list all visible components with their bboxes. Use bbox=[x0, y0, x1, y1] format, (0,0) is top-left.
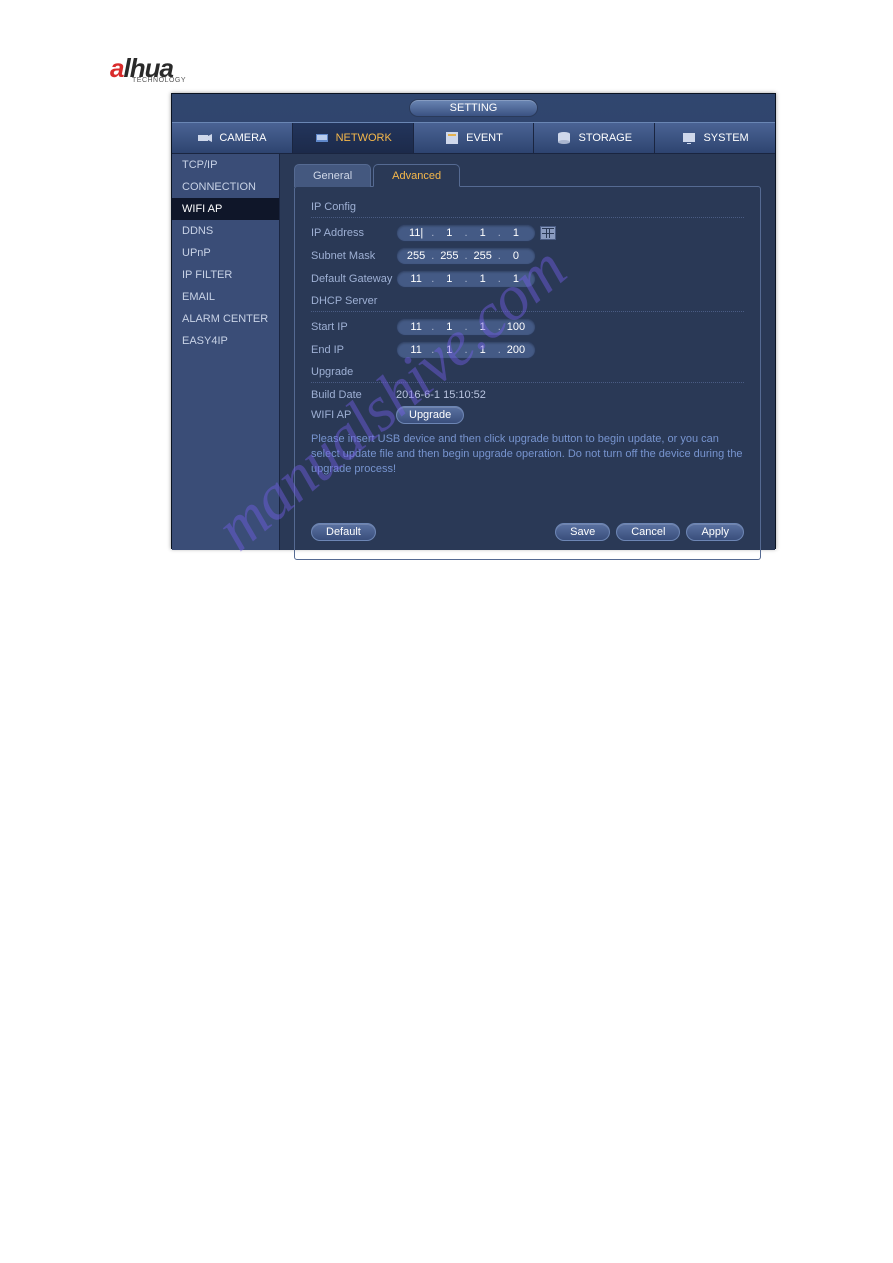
sidebar-item-tcpip[interactable]: TCP/IP bbox=[172, 154, 279, 176]
start-ip-input[interactable]: 11. 1. 1. 100 bbox=[396, 318, 536, 336]
end-ip-input[interactable]: 11. 1. 1. 200 bbox=[396, 341, 536, 359]
sidebar-item-alarm-center[interactable]: ALARM CENTER bbox=[172, 308, 279, 330]
default-button[interactable]: Default bbox=[311, 523, 376, 541]
sidebar: TCP/IP CONNECTION WIFI AP DDNS UPnP IP F… bbox=[172, 154, 280, 550]
event-icon bbox=[444, 130, 460, 146]
subtab-general[interactable]: General bbox=[294, 164, 371, 187]
save-button[interactable]: Save bbox=[555, 523, 610, 541]
value-build-date: 2016-6-1 15:10:52 bbox=[396, 389, 486, 401]
camera-icon bbox=[197, 130, 213, 146]
ip-address-input[interactable]: 11|. 1. 1. 1 bbox=[396, 224, 536, 242]
upgrade-note: Please insert USB device and then click … bbox=[311, 432, 744, 477]
label-default-gateway: Default Gateway bbox=[311, 273, 396, 285]
network-icon bbox=[314, 130, 330, 146]
sidebar-item-connection[interactable]: CONNECTION bbox=[172, 176, 279, 198]
brand-logo-sub: TECHNOLOGY bbox=[132, 77, 186, 84]
label-subnet-mask: Subnet Mask bbox=[311, 250, 396, 262]
label-build-date: Build Date bbox=[311, 389, 396, 401]
tab-label: CAMERA bbox=[219, 132, 266, 144]
label-wifi-ap: WIFI AP bbox=[311, 409, 396, 421]
tab-label: NETWORK bbox=[336, 132, 392, 144]
section-dhcp-server: DHCP Server bbox=[311, 293, 744, 312]
upgrade-button[interactable]: Upgrade bbox=[396, 406, 464, 424]
advanced-panel: IP Config IP Address 11|. 1. 1. 1 Subnet… bbox=[294, 186, 761, 560]
sidebar-item-ddns[interactable]: DDNS bbox=[172, 220, 279, 242]
tab-network[interactable]: NETWORK bbox=[293, 123, 414, 153]
subnet-mask-input[interactable]: 255. 255. 255. 0 bbox=[396, 247, 536, 265]
apply-button[interactable]: Apply bbox=[686, 523, 744, 541]
tab-event[interactable]: EVENT bbox=[414, 123, 535, 153]
label-ip-address: IP Address bbox=[311, 227, 396, 239]
label-end-ip: End IP bbox=[311, 344, 396, 356]
title-bar: SETTING bbox=[172, 94, 775, 122]
default-gateway-input[interactable]: 11. 1. 1. 1 bbox=[396, 270, 536, 288]
label-start-ip: Start IP bbox=[311, 321, 396, 333]
cancel-button[interactable]: Cancel bbox=[616, 523, 680, 541]
tab-label: STORAGE bbox=[578, 132, 632, 144]
tab-camera[interactable]: CAMERA bbox=[172, 123, 293, 153]
main-tab-bar: CAMERA NETWORK EVENT STORAGE SYSTEM bbox=[172, 122, 775, 154]
subtab-advanced[interactable]: Advanced bbox=[373, 164, 460, 187]
section-ip-config: IP Config bbox=[311, 199, 744, 218]
sidebar-item-ip-filter[interactable]: IP FILTER bbox=[172, 264, 279, 286]
system-icon bbox=[681, 130, 697, 146]
sidebar-item-easy4ip[interactable]: EASY4IP bbox=[172, 330, 279, 352]
tab-label: EVENT bbox=[466, 132, 503, 144]
storage-icon bbox=[556, 130, 572, 146]
sidebar-item-wifi-ap[interactable]: WIFI AP bbox=[172, 198, 279, 220]
sidebar-item-email[interactable]: EMAIL bbox=[172, 286, 279, 308]
tab-label: SYSTEM bbox=[703, 132, 748, 144]
keypad-icon[interactable] bbox=[540, 226, 556, 240]
section-upgrade: Upgrade bbox=[311, 364, 744, 383]
window-title: SETTING bbox=[409, 99, 539, 117]
sidebar-item-upnp[interactable]: UPnP bbox=[172, 242, 279, 264]
content-panel: General Advanced IP Config IP Address 11… bbox=[280, 154, 775, 550]
tab-storage[interactable]: STORAGE bbox=[534, 123, 655, 153]
tab-system[interactable]: SYSTEM bbox=[655, 123, 775, 153]
settings-window: SETTING CAMERA NETWORK EVENT STORAGE bbox=[171, 93, 776, 549]
